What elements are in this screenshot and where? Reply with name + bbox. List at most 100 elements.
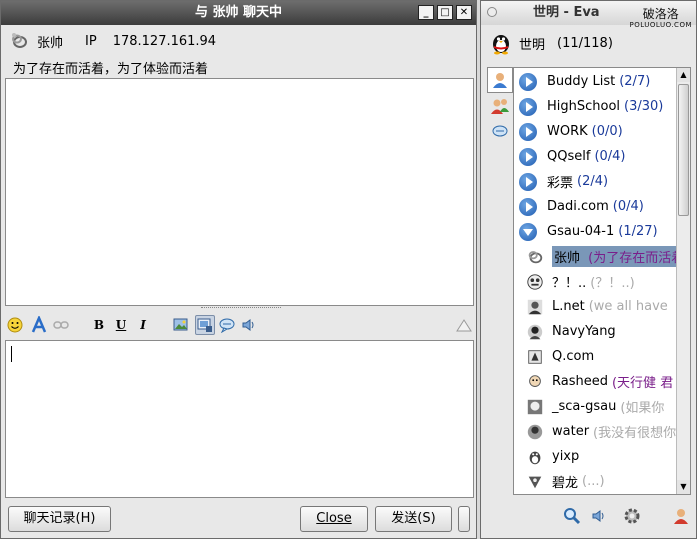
expand-right-icon[interactable] bbox=[519, 172, 537, 191]
buddy-avatar-icon bbox=[526, 398, 552, 416]
my-name: 世明 bbox=[519, 37, 546, 53]
buddy-avatar-icon bbox=[526, 373, 552, 391]
bottom-toolbar bbox=[481, 505, 697, 529]
group-row[interactable]: WORK (0/0) bbox=[514, 119, 676, 144]
window-menu-icon[interactable] bbox=[487, 7, 497, 17]
buddy-avatar-icon bbox=[526, 423, 552, 441]
chat-history-button[interactable]: 聊天记录(H) bbox=[8, 506, 111, 532]
user-status-icon[interactable] bbox=[670, 505, 692, 527]
expand-right-icon[interactable] bbox=[519, 72, 537, 91]
expand-right-icon[interactable] bbox=[519, 97, 537, 116]
buddy-signature: (we all have bbox=[588, 299, 668, 314]
side-tabs bbox=[487, 67, 513, 145]
close-button[interactable]: Close bbox=[300, 506, 368, 532]
group-name: HighSchool bbox=[547, 99, 621, 114]
ip-value: 178.127.161.94 bbox=[112, 33, 217, 49]
eraser-icon[interactable] bbox=[454, 315, 474, 335]
scroll-thumb[interactable] bbox=[678, 84, 689, 216]
underline-icon[interactable]: U bbox=[111, 315, 131, 335]
buddy-row[interactable]: ？！.. (？！..) bbox=[514, 269, 676, 294]
minimize-button[interactable]: _ bbox=[418, 5, 434, 20]
buddy-name: 碧龙 bbox=[552, 476, 579, 491]
group-name: Buddy List bbox=[547, 74, 616, 89]
group-row[interactable]: Gsau-04-1 (1/27) bbox=[514, 219, 676, 244]
buddy-name: 张帅 (为了存在而活着 bbox=[552, 246, 676, 267]
buddy-row[interactable]: water (我没有很想你 bbox=[514, 419, 676, 444]
buddy-signature: 为了存在而活着，为了体验而活着 bbox=[13, 62, 209, 77]
eva-window-title: 世明 - Eva bbox=[533, 5, 600, 20]
buddy-signature: (？！..) bbox=[590, 276, 635, 291]
watermark-main: 破洛洛 bbox=[642, 7, 679, 21]
bold-icon[interactable]: B bbox=[89, 315, 109, 335]
group-row[interactable]: Buddy List (2/7) bbox=[514, 69, 676, 94]
link-icon[interactable] bbox=[51, 315, 71, 335]
chat-window: 与 张帅 聊天中 _ □ ✕ 张帅 IP 178.127.161.94 为了存在… bbox=[0, 0, 477, 539]
expand-right-icon[interactable] bbox=[519, 197, 537, 216]
buddy-row[interactable]: _sca-gsau (如果你 bbox=[514, 394, 676, 419]
buddy-row[interactable]: Rasheed (天行健 君 bbox=[514, 369, 676, 394]
scroll-down-arrow[interactable]: ▼ bbox=[677, 480, 690, 494]
tab-recent[interactable] bbox=[487, 119, 513, 145]
group-count: (2/4) bbox=[577, 174, 609, 189]
buddy-tab-icon bbox=[493, 73, 507, 88]
pane-splitter[interactable] bbox=[201, 307, 281, 311]
group-name: 彩票 bbox=[547, 176, 574, 191]
buddy-avatar-icon bbox=[526, 473, 552, 491]
buddy-row[interactable]: yixp bbox=[514, 444, 676, 469]
buddy-row[interactable]: Q.com bbox=[514, 344, 676, 369]
send-button[interactable]: 发送(S) bbox=[375, 506, 452, 532]
italic-icon[interactable]: I bbox=[133, 315, 153, 335]
buddy-row[interactable]: 碧龙 (...) bbox=[514, 469, 676, 494]
group-row[interactable]: Dadi.com (0/4) bbox=[514, 194, 676, 219]
buddy-row-selected[interactable]: 张帅 (为了存在而活着 bbox=[514, 244, 676, 269]
maximize-button[interactable]: □ bbox=[437, 5, 453, 20]
close-window-button[interactable]: ✕ bbox=[456, 5, 472, 20]
font-icon[interactable] bbox=[29, 315, 49, 335]
smiley-icon[interactable] bbox=[5, 315, 25, 335]
expand-right-icon[interactable] bbox=[519, 122, 537, 141]
buddy-row[interactable]: NavyYang bbox=[514, 319, 676, 344]
buddy-avatar-icon bbox=[526, 273, 552, 291]
eva-main-window: 世明 - Eva 破洛洛 POLUOLUO.COM 世明 (11/118) Bu… bbox=[480, 0, 697, 539]
watermark-sub: POLUOLUO.COM bbox=[629, 21, 692, 29]
settings-gear-icon[interactable] bbox=[621, 505, 643, 527]
scroll-up-arrow[interactable]: ▲ bbox=[677, 68, 690, 82]
recent-tab-icon bbox=[492, 125, 508, 137]
sound-icon[interactable] bbox=[588, 505, 610, 527]
my-profile-row[interactable]: 世明 (11/118) bbox=[489, 31, 613, 55]
message-history[interactable] bbox=[5, 78, 474, 306]
format-toolbar: B U I bbox=[5, 313, 474, 337]
group-name: QQself bbox=[547, 149, 591, 164]
chat-bubble-icon[interactable] bbox=[217, 315, 237, 335]
speaker-icon[interactable] bbox=[239, 315, 259, 335]
buddy-name: water bbox=[552, 424, 590, 439]
buddy-list-scrollbar[interactable]: ▲ ▼ bbox=[676, 68, 690, 494]
group-row[interactable]: QQself (0/4) bbox=[514, 144, 676, 169]
buddy-signature: (为了存在而活着 bbox=[588, 251, 676, 266]
chat-titlebar[interactable]: 与 张帅 聊天中 _ □ ✕ bbox=[1, 1, 476, 25]
group-count: (0/0) bbox=[591, 124, 623, 139]
send-options-button[interactable] bbox=[458, 506, 470, 532]
buddy-list[interactable]: Buddy List (2/7) HighSchool (3/30) WORK (0/0)… bbox=[513, 67, 691, 495]
buddy-signature: (天行健 君 bbox=[611, 376, 674, 391]
buddy-row[interactable]: L.net (we all have bbox=[514, 294, 676, 319]
tab-buddies[interactable] bbox=[487, 67, 513, 93]
buddy-name: ？！.. bbox=[552, 276, 587, 291]
buddy-info-row: 张帅 IP 178.127.161.94 bbox=[9, 31, 216, 51]
message-input[interactable] bbox=[5, 340, 474, 498]
search-icon[interactable] bbox=[561, 505, 583, 527]
image-icon[interactable] bbox=[171, 315, 191, 335]
chat-window-title: 与 张帅 聊天中 bbox=[194, 5, 283, 20]
group-name: Dadi.com bbox=[547, 199, 609, 214]
buddy-avatar-icon bbox=[526, 323, 552, 341]
tab-groups[interactable] bbox=[487, 93, 513, 119]
expand-down-icon[interactable] bbox=[519, 222, 537, 241]
group-count: (1/27) bbox=[618, 224, 658, 239]
group-row[interactable]: 彩票 (2/4) bbox=[514, 169, 676, 194]
group-count: (2/7) bbox=[619, 74, 651, 89]
buddy-avatar-icon bbox=[526, 348, 552, 366]
expand-right-icon[interactable] bbox=[519, 147, 537, 166]
screenshot-icon[interactable] bbox=[195, 315, 215, 335]
eva-titlebar[interactable]: 世明 - Eva 破洛洛 POLUOLUO.COM bbox=[481, 1, 696, 29]
group-row[interactable]: HighSchool (3/30) bbox=[514, 94, 676, 119]
